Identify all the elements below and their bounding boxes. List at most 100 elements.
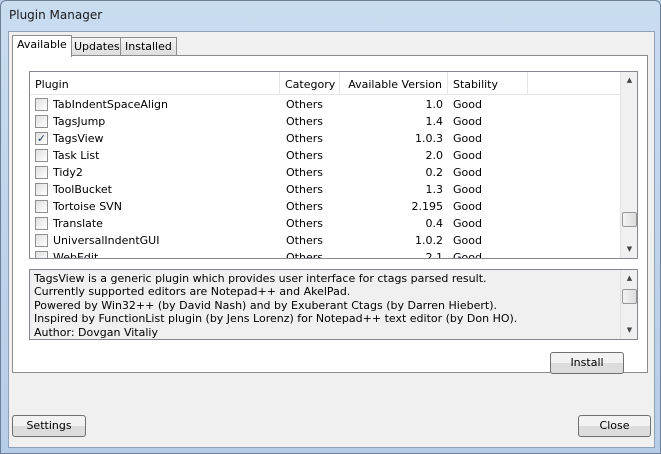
plugin-name: Translate — [53, 217, 103, 230]
description-line: Inspired by FunctionList plugin (by Jens… — [34, 312, 518, 326]
plugin-checkbox[interactable] — [35, 217, 48, 230]
tab-available[interactable]: Available — [12, 35, 72, 57]
table-row[interactable]: Tortoise SVN Others 2.195 Good — [30, 198, 620, 215]
scroll-up-icon[interactable]: ▲ — [621, 270, 638, 287]
cell-category: Others — [286, 98, 323, 111]
plugin-name: TagsView — [53, 132, 104, 145]
description-box[interactable]: TagsView is a generic plugin which provi… — [29, 269, 638, 340]
plugin-name: TabIndentSpaceAlign — [53, 98, 168, 111]
cell-category: Others — [286, 183, 323, 196]
tab-installed[interactable]: Installed — [120, 37, 177, 56]
cell-stability: Good — [453, 98, 482, 111]
scroll-up-icon[interactable]: ▲ — [621, 72, 637, 89]
description-line: Currently supported editors are Notepad+… — [34, 285, 351, 299]
settings-button[interactable]: Settings — [12, 415, 86, 437]
cell-version: 1.0 — [425, 98, 444, 111]
description-line: TagsView is a generic plugin which provi… — [34, 272, 487, 285]
table-row[interactable]: Task List Others 2.0 Good — [30, 147, 620, 164]
column-stability[interactable]: Stability — [448, 72, 528, 95]
column-category[interactable]: Category — [280, 72, 340, 95]
table-row[interactable]: ToolBucket Others 1.3 Good — [30, 181, 620, 198]
plugin-checkbox[interactable] — [35, 183, 48, 196]
cell-category: Others — [286, 251, 323, 259]
cell-version: 1.4 — [425, 115, 444, 128]
plugin-name: Tortoise SVN — [53, 200, 122, 213]
window-title: Plugin Manager — [9, 8, 103, 22]
cell-plugin: ✓ TagsView — [30, 132, 280, 145]
cell-version: 0.4 — [425, 217, 444, 230]
cell-stability: Good — [453, 183, 482, 196]
table-row[interactable]: TabIndentSpaceAlign Others 1.0 Good — [30, 96, 620, 113]
description-scrollbar[interactable]: ▲ ▼ — [620, 270, 637, 339]
cell-stability: Good — [453, 132, 482, 145]
tab-panel: Plugin Category Available Version Stabil… — [12, 55, 648, 374]
cell-plugin: Translate — [30, 217, 280, 230]
plugin-checkbox[interactable] — [35, 115, 48, 128]
cell-version: 2.195 — [411, 200, 444, 213]
scroll-down-icon[interactable]: ▼ — [621, 241, 637, 258]
cell-plugin: UniversalIndentGUI — [30, 234, 280, 247]
description-line: Powered by Win32++ (by David Nash) and b… — [34, 298, 497, 312]
plugin-name: Tidy2 — [53, 166, 83, 179]
scroll-thumb[interactable] — [622, 289, 637, 304]
scroll-thumb[interactable] — [622, 212, 637, 227]
cell-stability: Good — [453, 200, 482, 213]
cell-plugin: ToolBucket — [30, 183, 280, 196]
plugin-checkbox[interactable] — [35, 149, 48, 162]
plugin-checkbox[interactable] — [35, 98, 48, 111]
table-row[interactable]: Tidy2 Others 0.2 Good — [30, 164, 620, 181]
install-button[interactable]: Install — [550, 352, 624, 374]
cell-plugin: Tidy2 — [30, 166, 280, 179]
cell-plugin: Task List — [30, 149, 280, 162]
cell-category: Others — [286, 234, 323, 247]
plugin-name: ToolBucket — [53, 183, 112, 196]
plugin-checkbox[interactable]: ✓ — [35, 132, 48, 145]
cell-category: Others — [286, 132, 323, 145]
cell-version: 1.0.3 — [415, 132, 443, 145]
table-row[interactable]: UniversalIndentGUI Others 1.0.2 Good — [30, 232, 620, 249]
table-row[interactable]: ✓ TagsView Others 1.0.3 Good — [30, 130, 620, 147]
cell-category: Others — [286, 200, 323, 213]
plugin-checkbox[interactable] — [35, 251, 48, 258]
column-version[interactable]: Available Version — [340, 72, 448, 95]
table-row[interactable]: WebEdit Others 2.1 Good — [30, 249, 620, 259]
cell-stability: Good — [453, 217, 482, 230]
plugin-name: TagsJump — [53, 115, 106, 128]
table-row[interactable]: TagsJump Others 1.4 Good — [30, 113, 620, 130]
cell-plugin: TabIndentSpaceAlign — [30, 98, 280, 111]
cell-stability: Good — [453, 115, 482, 128]
list-scrollbar[interactable]: ▲ ▼ — [620, 72, 637, 258]
cell-category: Others — [286, 149, 323, 162]
column-plugin[interactable]: Plugin — [30, 72, 280, 95]
cell-plugin: TagsJump — [30, 115, 280, 128]
plugin-list[interactable]: Plugin Category Available Version Stabil… — [29, 71, 638, 259]
plugin-name: Task List — [53, 149, 100, 162]
close-button[interactable]: Close — [578, 415, 651, 437]
window-frame: Plugin Manager Available Updates Install… — [0, 0, 661, 454]
cell-category: Others — [286, 115, 323, 128]
list-header: Plugin Category Available Version Stabil… — [30, 72, 620, 95]
dialog-body: Available Updates Installed Plugin Categ… — [8, 31, 655, 448]
plugin-name: UniversalIndentGUI — [53, 234, 160, 247]
cell-version: 1.3 — [425, 183, 444, 196]
cell-version: 0.2 — [425, 166, 444, 179]
cell-stability: Good — [453, 234, 482, 247]
plugin-checkbox[interactable] — [35, 166, 48, 179]
plugin-name: WebEdit — [53, 251, 99, 259]
description-line: Author: Dovgan Vitaliy — [34, 325, 158, 339]
scroll-down-icon[interactable]: ▼ — [621, 322, 638, 339]
cell-version: 2.1 — [425, 251, 444, 259]
cell-plugin: WebEdit — [30, 251, 280, 259]
cell-version: 1.0.2 — [415, 234, 443, 247]
cell-category: Others — [286, 166, 323, 179]
cell-stability: Good — [453, 251, 482, 259]
cell-stability: Good — [453, 166, 482, 179]
plugin-checkbox[interactable] — [35, 200, 48, 213]
plugin-checkbox[interactable] — [35, 234, 48, 247]
table-row[interactable]: Translate Others 0.4 Good — [30, 215, 620, 232]
tab-updates[interactable]: Updates — [69, 37, 125, 56]
cell-version: 2.0 — [425, 149, 444, 162]
cell-category: Others — [286, 217, 323, 230]
cell-stability: Good — [453, 149, 482, 162]
cell-plugin: Tortoise SVN — [30, 200, 280, 213]
